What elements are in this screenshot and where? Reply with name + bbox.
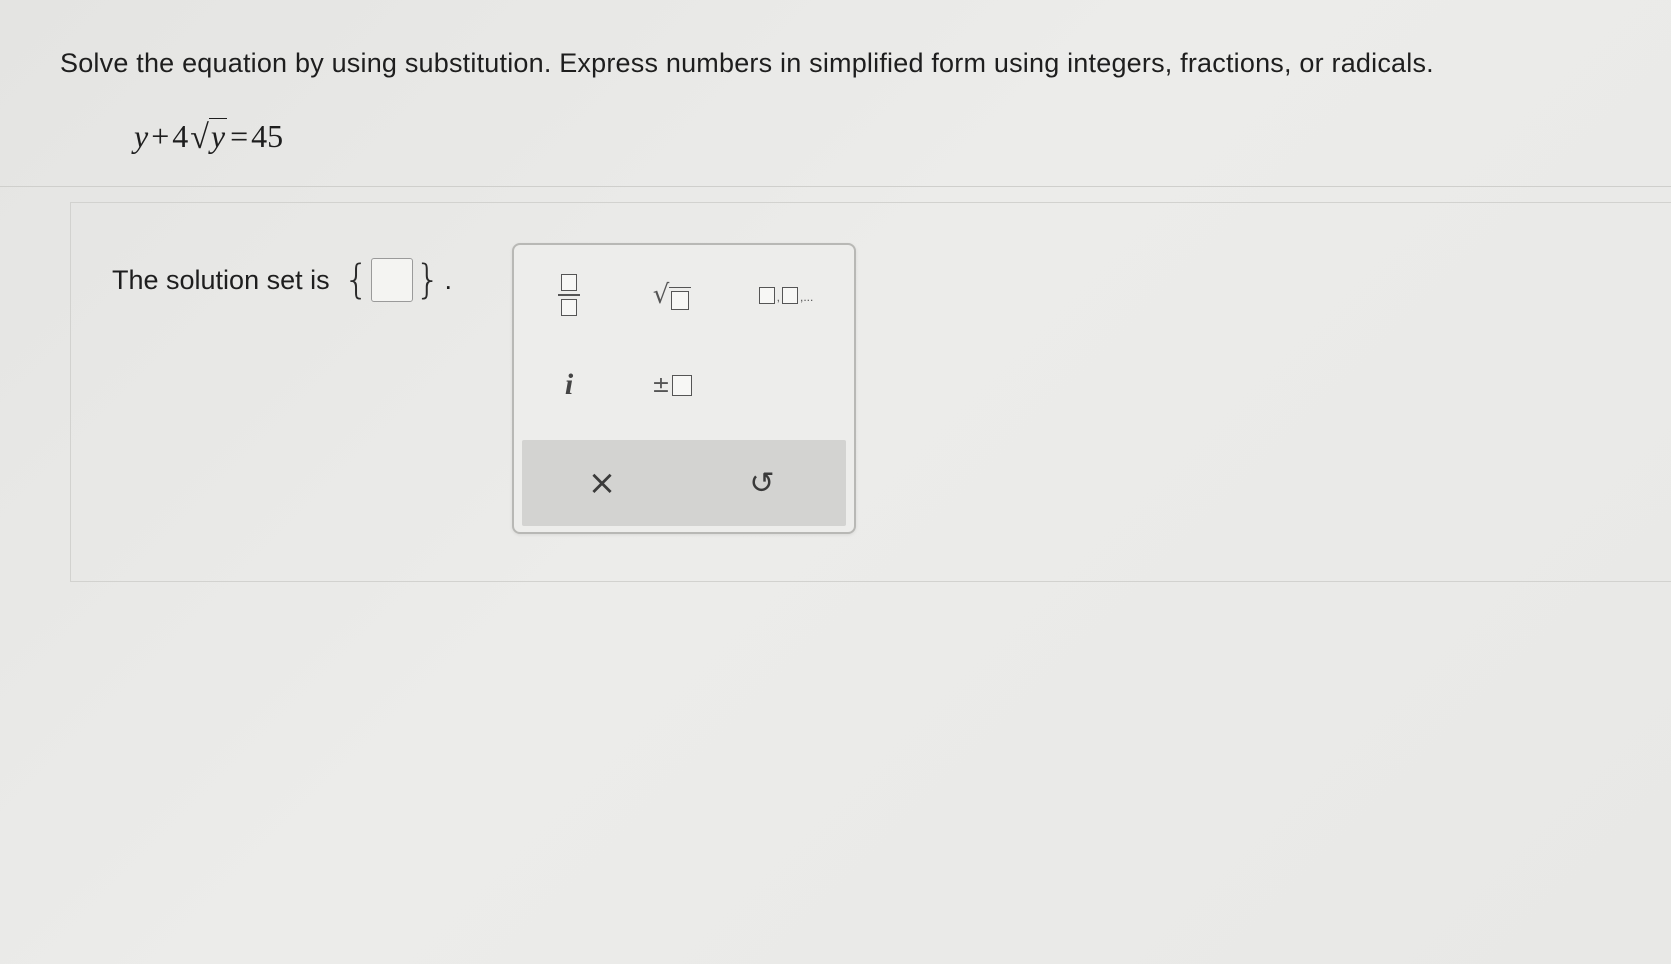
equation-equals: = xyxy=(230,118,249,154)
palette-footer: × ↺ xyxy=(522,440,846,526)
list-button[interactable]: ,,... xyxy=(736,257,836,333)
list-suffix: ,... xyxy=(800,289,814,304)
undo-button[interactable]: ↺ xyxy=(702,440,822,526)
close-brace: } xyxy=(415,257,441,303)
solution-row: The solution set is { } . xyxy=(112,258,452,302)
fraction-button[interactable] xyxy=(534,257,604,333)
clear-button[interactable]: × xyxy=(542,440,662,526)
equation-plus: + xyxy=(151,118,170,154)
equation-sqrt: √ y xyxy=(190,118,228,156)
math-palette: √ ,,... i ± × ↺ xyxy=(512,243,856,534)
equation-variable: y xyxy=(134,118,149,154)
equation-coefficient: 4 xyxy=(172,118,189,154)
solution-period: . xyxy=(444,264,453,295)
list-icon: ,,... xyxy=(758,286,814,304)
open-brace: { xyxy=(343,257,370,303)
equation: y + 4 √ y = 45 xyxy=(134,118,283,155)
sqrt-icon: √ xyxy=(653,280,692,310)
imaginary-i-button[interactable]: i xyxy=(534,347,604,423)
question-instruction: Solve the equation by using substitution… xyxy=(60,48,1434,78)
undo-icon: ↺ xyxy=(749,465,775,501)
question-divider xyxy=(0,186,1671,187)
fraction-icon xyxy=(558,274,580,316)
equation-radicand: y xyxy=(208,118,228,155)
solution-answer-input[interactable] xyxy=(371,258,414,302)
plus-minus-icon: ± xyxy=(652,373,693,398)
equation-rhs: 45 xyxy=(251,118,284,154)
solution-label: The solution set is xyxy=(112,264,330,295)
plus-minus-button[interactable]: ± xyxy=(632,347,712,423)
imaginary-i-icon: i xyxy=(564,368,574,401)
radical-sign-icon: √ xyxy=(190,118,209,156)
close-icon: × xyxy=(587,463,617,503)
square-root-button[interactable]: √ xyxy=(632,257,712,333)
